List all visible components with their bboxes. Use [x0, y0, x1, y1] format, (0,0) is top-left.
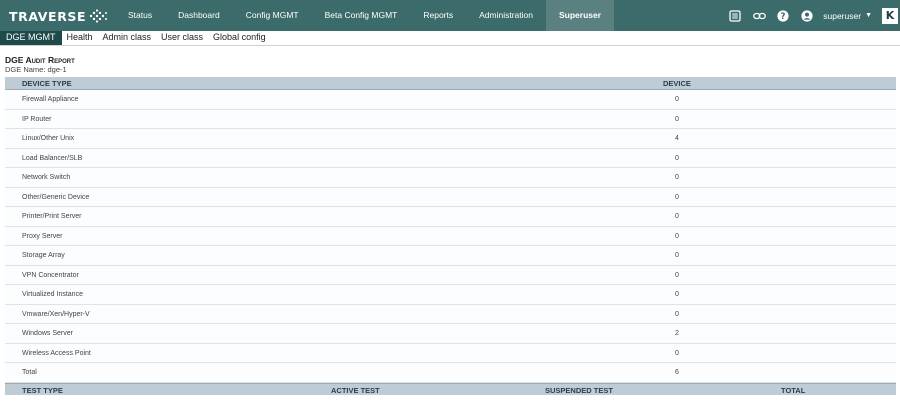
- nav-config-mgmt[interactable]: Config MGMT: [233, 0, 312, 31]
- device-type-cell: IP Router: [22, 115, 52, 123]
- device-type-cell: Network Switch: [22, 174, 71, 181]
- device-count-cell: 0: [675, 154, 679, 162]
- device-type-cell: VPN Concentrator: [22, 271, 79, 279]
- column-header-suspended-test[interactable]: SUSPENDED TEST: [545, 386, 613, 395]
- logo-dots-icon: [89, 9, 108, 23]
- list-icon[interactable]: [728, 9, 742, 23]
- table-row: VPN Concentrator 0: [5, 265, 896, 285]
- table-row: Vmware/Xen/Hyper-V 0: [5, 304, 896, 324]
- report-subtitle: DGE Name: dge-1: [5, 65, 67, 74]
- test-table-header: TEST TYPE ACTIVE TEST SUSPENDED TEST TOT…: [5, 383, 896, 395]
- device-type-cell: Wireless Access Point: [22, 349, 91, 357]
- device-table-body: Firewall Appliance 0 IP Router 0 Linux/Oth…: [5, 90, 896, 383]
- table-row: Firewall Appliance 0: [5, 90, 896, 110]
- nav-dashboard[interactable]: Dashboard: [165, 0, 233, 31]
- table-row: Load Balancer/SLB 0: [5, 148, 896, 168]
- device-count-cell: 0: [675, 96, 679, 103]
- device-type-cell: Windows Server: [22, 330, 73, 337]
- user-icon[interactable]: [800, 9, 814, 23]
- device-count-cell: 0: [675, 174, 679, 181]
- tab-admin-class[interactable]: Admin class: [98, 31, 157, 45]
- svg-text:?: ?: [781, 12, 786, 22]
- device-count-cell: 4: [675, 135, 679, 142]
- help-icon[interactable]: ?: [776, 9, 790, 23]
- tab-user-class[interactable]: User class: [156, 31, 208, 45]
- link-icon[interactable]: [752, 9, 766, 23]
- table-row: Virtualized Instance 0: [5, 285, 896, 305]
- logo-text: TRAVERSE: [9, 8, 87, 24]
- table-row: Other/Generic Device 0: [5, 187, 896, 207]
- sub-tabs: DGE MGMT Health Admin class User class G…: [0, 31, 900, 46]
- device-count-cell: 0: [675, 193, 679, 201]
- column-header-test-type[interactable]: TEST TYPE: [22, 386, 63, 395]
- chevron-down-icon[interactable]: ▼: [865, 12, 872, 19]
- device-type-cell: Virtualized Instance: [22, 291, 83, 298]
- device-table-header: DEVICE TYPE DEVICE: [5, 77, 896, 90]
- device-type-cell: Load Balancer/SLB: [22, 154, 83, 162]
- tab-dge-mgmt[interactable]: DGE MGMT: [0, 31, 62, 45]
- device-count-cell: 0: [675, 349, 679, 357]
- device-type-cell: Linux/Other Unix: [22, 135, 75, 142]
- table-row: Proxy Server 0: [5, 226, 896, 246]
- device-count-cell: 0: [675, 232, 679, 240]
- table-row: Linux/Other Unix 4: [5, 129, 896, 149]
- device-count-cell: 0: [675, 271, 679, 279]
- device-type-cell: Other/Generic Device: [22, 193, 90, 201]
- device-type-cell: Proxy Server: [22, 232, 63, 240]
- table-row: Wireless Access Point 0: [5, 343, 896, 363]
- device-count-cell: 0: [675, 310, 679, 318]
- table-row: Network Switch 0: [5, 168, 896, 188]
- table-row-total: Total 6: [5, 363, 896, 383]
- nav-reports[interactable]: Reports: [410, 0, 466, 31]
- report-title: DGE Audit Report: [5, 55, 75, 65]
- top-nav-bar: TRAVERSE Status Dashboard Config MGMT Be…: [0, 0, 900, 31]
- device-type-cell: Firewall Appliance: [22, 96, 79, 103]
- brand-letter: K: [885, 9, 895, 22]
- table-row: IP Router 0: [5, 109, 896, 129]
- device-count-cell: 0: [675, 252, 679, 259]
- device-count-cell: 6: [675, 369, 679, 376]
- device-count-cell: 2: [675, 330, 679, 337]
- nav-superuser[interactable]: Superuser: [545, 0, 615, 31]
- table-row: Windows Server 2: [5, 324, 896, 344]
- nav-beta-config-mgmt[interactable]: Beta Config MGMT: [312, 0, 411, 31]
- column-header-device[interactable]: DEVICE: [663, 79, 691, 88]
- traverse-logo[interactable]: TRAVERSE: [9, 7, 109, 25]
- device-type-cell: Printer/Print Server: [22, 213, 82, 220]
- device-count-cell: 0: [675, 291, 679, 298]
- column-header-total[interactable]: TOTAL: [781, 386, 805, 395]
- main-nav: Status Dashboard Config MGMT Beta Config…: [115, 0, 615, 31]
- column-header-active-test[interactable]: ACTIVE TEST: [331, 386, 380, 395]
- nav-administration[interactable]: Administration: [466, 0, 546, 31]
- nav-status[interactable]: Status: [115, 0, 165, 31]
- nav-right-tools: ? superuser ▼ K: [723, 0, 900, 31]
- column-header-device-type[interactable]: DEVICE TYPE: [22, 79, 72, 88]
- tab-global-config[interactable]: Global config: [208, 31, 271, 45]
- brand-icon[interactable]: K: [882, 7, 898, 24]
- table-row: Storage Array 0: [5, 246, 896, 266]
- device-type-cell: Storage Array: [22, 252, 65, 259]
- device-type-cell: Vmware/Xen/Hyper-V: [22, 310, 90, 318]
- device-count-cell: 0: [675, 213, 679, 220]
- device-count-cell: 0: [675, 115, 679, 123]
- user-name[interactable]: superuser: [823, 11, 861, 21]
- table-row: Printer/Print Server 0: [5, 207, 896, 227]
- device-type-cell: Total: [22, 369, 37, 376]
- tab-health[interactable]: Health: [62, 31, 98, 45]
